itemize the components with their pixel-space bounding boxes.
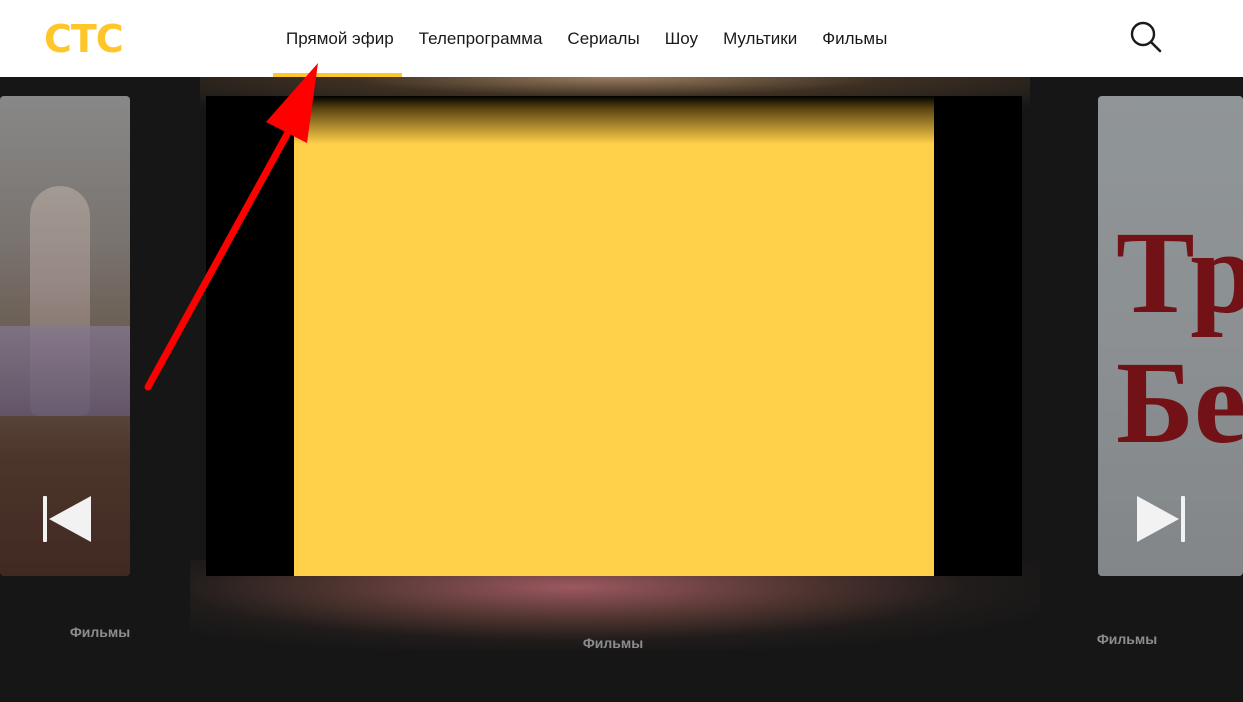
search-icon xyxy=(1130,21,1162,53)
previous-button[interactable] xyxy=(43,494,93,544)
nav-item-series[interactable]: Сериалы xyxy=(567,0,639,77)
nav-item-movies[interactable]: Фильмы xyxy=(822,0,887,77)
carousel-caption-previous: Фильмы xyxy=(69,624,131,640)
next-button[interactable] xyxy=(1135,494,1185,544)
nav-item-cartoons[interactable]: Мультики xyxy=(723,0,797,77)
nav-item-live[interactable]: Прямой эфир xyxy=(273,0,402,77)
video-player[interactable] xyxy=(206,96,1022,576)
nav-item-shows[interactable]: Шоу xyxy=(665,0,698,77)
logo[interactable]: СТС xyxy=(44,17,124,61)
search-button[interactable] xyxy=(1129,20,1163,54)
carousel-caption-current: Фильмы xyxy=(582,635,644,651)
nav-item-tv-program[interactable]: Телепрограмма xyxy=(419,0,543,77)
video-frame[interactable] xyxy=(294,96,934,576)
skip-previous-icon xyxy=(43,496,91,542)
carousel-caption-next: Фильмы xyxy=(1096,631,1158,647)
top-navigation-bar: СТС Прямой эфир Телепрограмма Сериалы Шо… xyxy=(0,0,1243,77)
skip-next-icon xyxy=(1137,496,1185,542)
main-nav: Прямой эфир Телепрограмма Сериалы Шоу Му… xyxy=(273,0,912,77)
